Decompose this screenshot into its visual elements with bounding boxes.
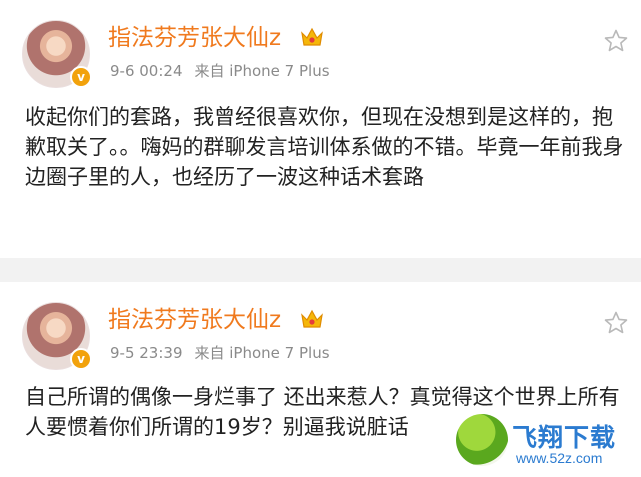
post-text: 收起你们的套路，我曾经很喜欢你，但现在没想到是这样的，抱歉取关了。。嗨妈的群聊发… — [25, 105, 624, 189]
watermark-url: www.52z.com — [516, 450, 603, 466]
verified-badge-icon: v — [70, 66, 92, 88]
post-source: 来自 iPhone 7 Plus — [194, 344, 330, 362]
post-meta: 9-5 23:39 来自 iPhone 7 Plus — [110, 342, 330, 364]
post-divider — [0, 258, 641, 282]
watermark-logo-icon — [456, 414, 508, 466]
watermark-title: 飞翔下载 — [512, 423, 617, 452]
verified-badge-icon: v — [70, 348, 92, 370]
username[interactable]: 指法芬芳张大仙z — [108, 22, 281, 54]
weibo-post: v 指法芬芳张大仙z 9-6 00:24 来自 iPhone 7 Plus 收起你… — [0, 0, 641, 258]
post-time: 9-5 23:39 — [110, 344, 183, 362]
vip-crown-icon — [301, 309, 323, 328]
post-time: 9-6 00:24 — [110, 62, 183, 80]
favorite-star-icon[interactable] — [603, 310, 629, 336]
post-source: 来自 iPhone 7 Plus — [194, 62, 330, 80]
username[interactable]: 指法芬芳张大仙z — [108, 304, 281, 336]
favorite-star-icon[interactable] — [603, 28, 629, 54]
site-watermark: 飞翔下载 www.52z.com — [456, 414, 638, 472]
post-meta: 9-6 00:24 来自 iPhone 7 Plus — [110, 60, 330, 82]
vip-crown-icon — [301, 27, 323, 46]
